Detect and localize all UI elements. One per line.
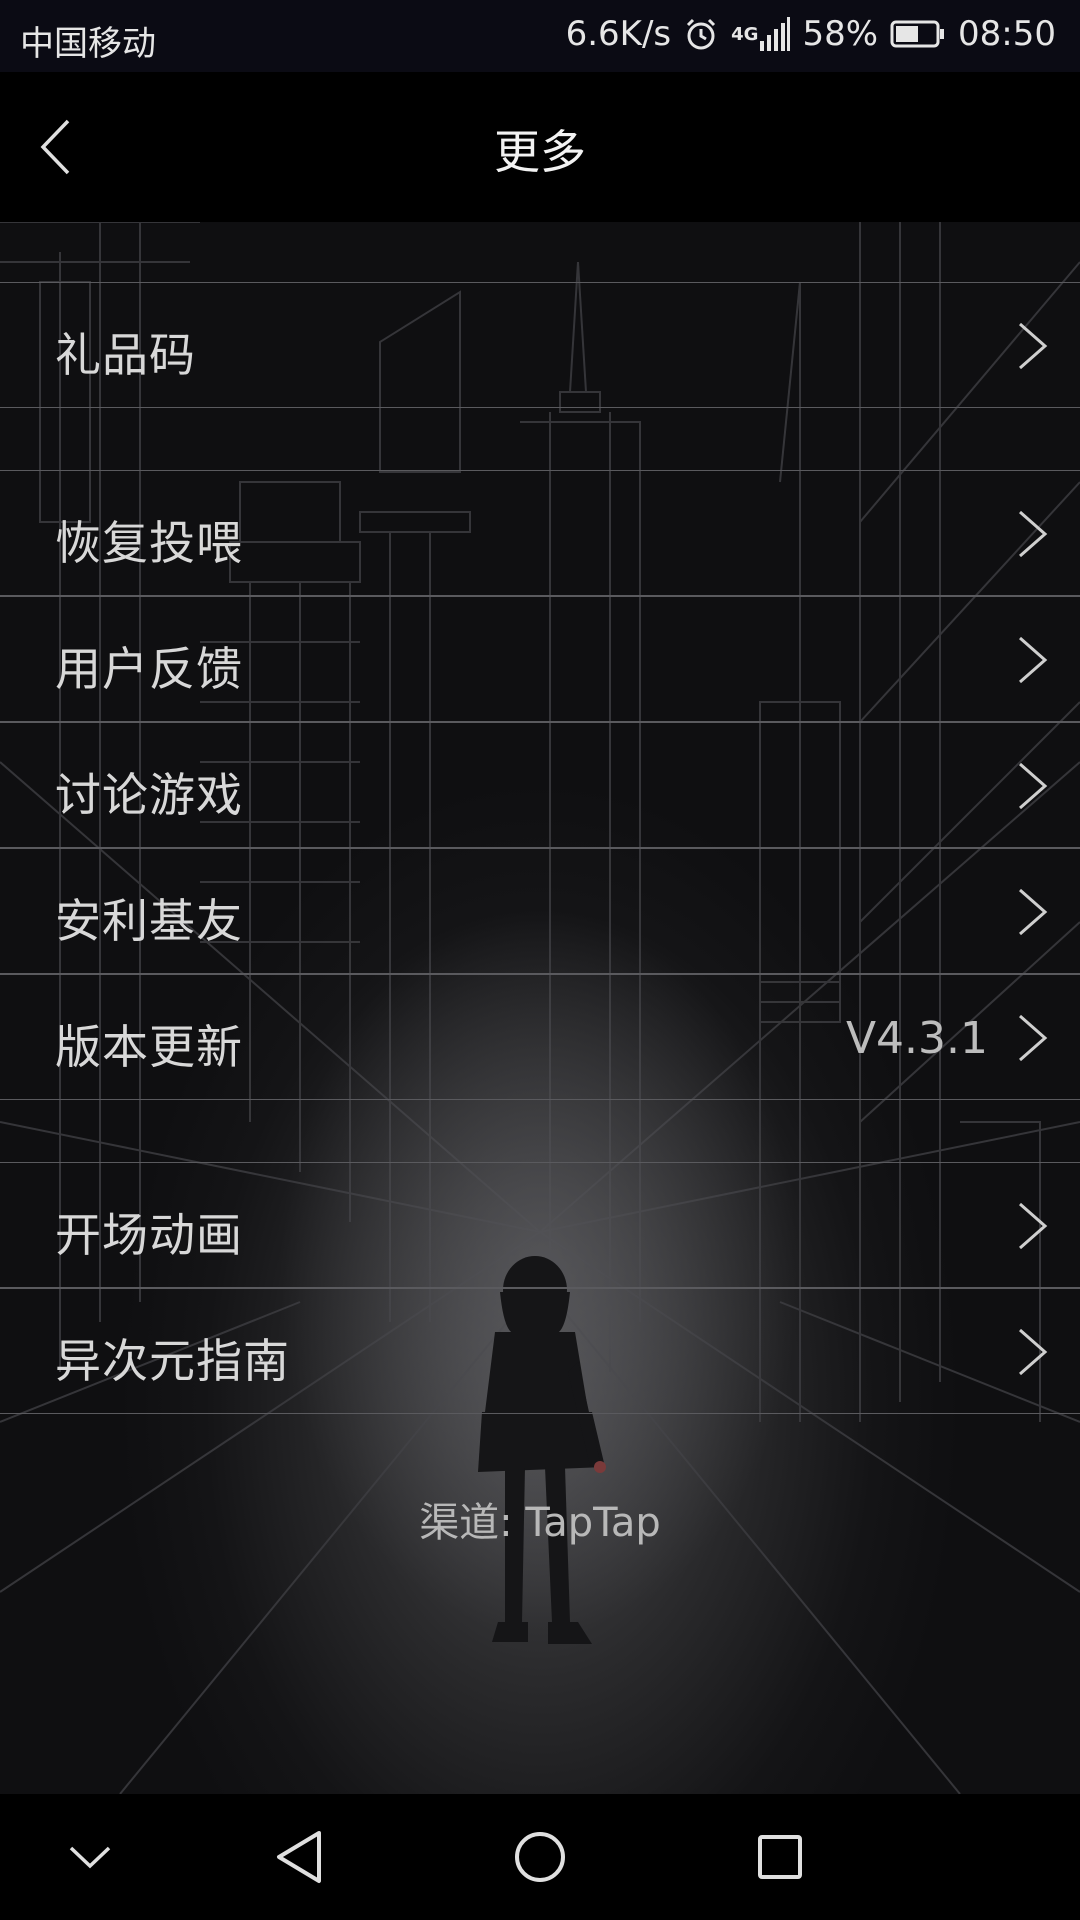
menu-item-version-update[interactable]: 版本更新 V4.3.1: [0, 974, 1080, 1100]
menu-item-label: 异次元指南: [55, 1334, 290, 1388]
chevron-right-icon: [1019, 1014, 1048, 1062]
system-nav-bar: [0, 1794, 1080, 1920]
chevron-right-icon: [1019, 510, 1048, 558]
nav-back-button[interactable]: [264, 1822, 334, 1892]
signal-icon: [760, 17, 791, 51]
nav-home-button[interactable]: [505, 1822, 575, 1892]
menu-item-label: 讨论游戏: [55, 768, 243, 822]
screen: 中国移动 6.6K/s 4G 58% 08:50 更多 礼品码 恢复投喂 用户反…: [0, 0, 1080, 1920]
menu-item-label: 礼品码: [55, 328, 196, 382]
version-value: V4.3.1: [845, 1013, 988, 1064]
channel-label: 渠道: TapTap: [419, 1500, 661, 1546]
chevron-right-icon: [1019, 1328, 1048, 1376]
clock: 08:50: [958, 14, 1056, 54]
menu-item-discuss-game[interactable]: 讨论游戏: [0, 722, 1080, 848]
back-triangle-icon: [277, 1831, 321, 1883]
status-indicators: 6.6K/s 4G 58% 08:50: [566, 14, 1056, 54]
carrier-label: 中国移动: [20, 24, 156, 64]
menu-item-label: 用户反馈: [55, 642, 243, 696]
settings-list-area: 礼品码 恢复投喂 用户反馈 讨论游戏 安利基友 版本更新 V4.3.1 开场动画: [0, 222, 1080, 1794]
chevron-right-icon: [1019, 1202, 1048, 1250]
chevron-right-icon: [1019, 762, 1048, 810]
menu-item-opening-animation[interactable]: 开场动画: [0, 1162, 1080, 1288]
chevron-right-icon: [1019, 322, 1048, 370]
menu-item-user-feedback[interactable]: 用户反馈: [0, 596, 1080, 722]
status-bar: 中国移动 6.6K/s 4G 58% 08:50: [0, 0, 1080, 72]
header-bar: 更多: [0, 72, 1080, 222]
network-type-label: 4G: [731, 23, 759, 45]
chevron-down-icon: [69, 1846, 111, 1869]
alarm-icon: [683, 16, 719, 52]
recents-square-icon: [758, 1835, 802, 1879]
home-circle-icon: [515, 1832, 565, 1882]
menu-item-label: 版本更新: [55, 1020, 243, 1074]
menu-item-gift-code[interactable]: 礼品码: [0, 282, 1080, 408]
chevron-right-icon: [1019, 636, 1048, 684]
hide-nav-button[interactable]: [55, 1822, 125, 1892]
net-speed: 6.6K/s: [565, 14, 672, 54]
chevron-right-icon: [1019, 888, 1048, 936]
nav-recents-button[interactable]: [745, 1822, 815, 1892]
menu-item-dimension-guide[interactable]: 异次元指南: [0, 1288, 1080, 1414]
menu-item-label: 安利基友: [55, 894, 243, 948]
battery-icon: [890, 20, 946, 48]
menu-item-label: 恢复投喂: [55, 516, 243, 570]
page-title: 更多: [494, 125, 586, 179]
battery-percent: 58%: [802, 14, 879, 54]
menu-item-restore-purchase[interactable]: 恢复投喂: [0, 470, 1080, 596]
menu-item-share-friends[interactable]: 安利基友: [0, 848, 1080, 974]
menu-item-label: 开场动画: [55, 1208, 243, 1262]
